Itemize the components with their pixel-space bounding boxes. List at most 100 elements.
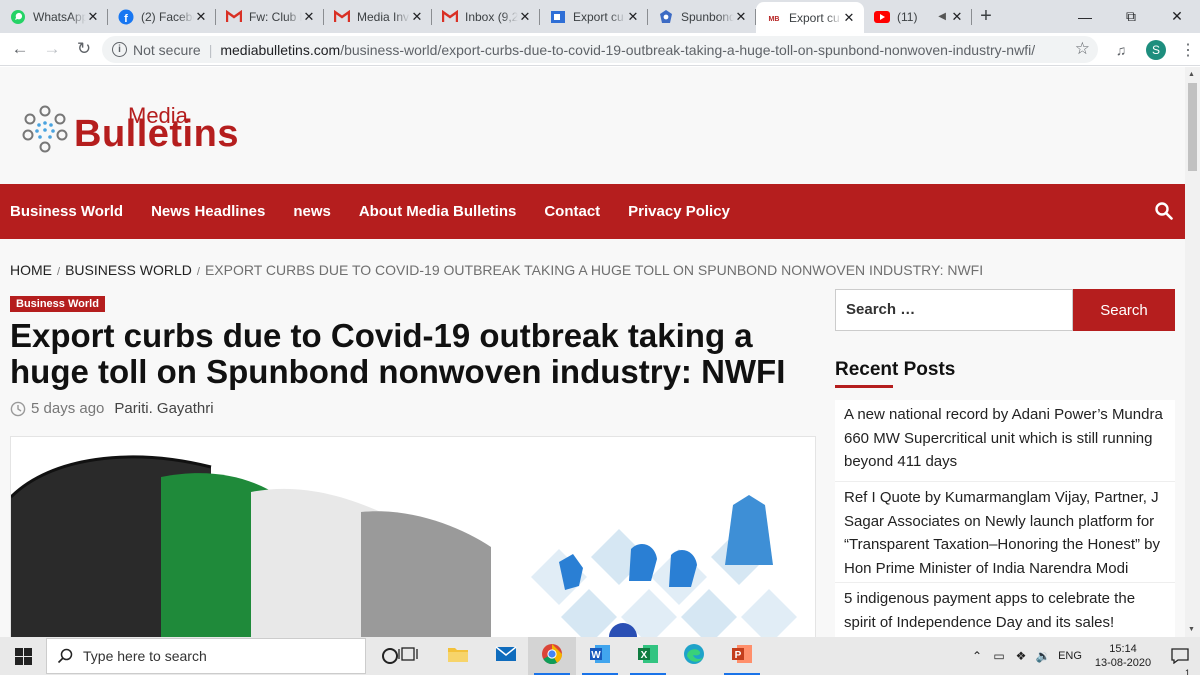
breadcrumb-home[interactable]: HOME (10, 262, 52, 278)
close-tab-icon[interactable]: ✕ (842, 10, 856, 26)
browser-tab[interactable]: Fw: Club h ✕ (216, 0, 324, 33)
scroll-down-arrow-icon[interactable]: ▼ (1188, 626, 1195, 633)
close-tab-icon[interactable]: ✕ (410, 9, 424, 25)
search-icon (57, 648, 73, 664)
sidebar-search-button[interactable]: Search (1073, 289, 1175, 331)
forward-button[interactable]: → (36, 33, 68, 65)
site-header: Media Bulletins (0, 67, 1185, 184)
minimize-button[interactable]: — (1062, 0, 1108, 33)
search-icon[interactable] (1155, 202, 1173, 220)
taskbar-app-mail[interactable] (482, 637, 530, 675)
taskbar-app-chrome[interactable] (528, 637, 576, 675)
clock-time: 15:14 (1109, 643, 1137, 655)
whatsapp-icon (10, 9, 26, 25)
speaker-icon[interactable]: ◀ (938, 11, 946, 22)
close-window-button[interactable]: ✕ (1154, 0, 1200, 33)
nonwoven-fabric-illustration (11, 437, 815, 637)
taskbar-app-word[interactable]: W (576, 637, 624, 675)
tab-active[interactable]: MB Export cu ✕ (756, 2, 864, 33)
close-tab-icon[interactable]: ✕ (626, 9, 640, 25)
post-date[interactable]: 5 days ago (31, 400, 104, 417)
recent-posts-heading: Recent Posts (835, 359, 956, 380)
close-tab-icon[interactable]: ✕ (518, 9, 532, 25)
browser-tab[interactable]: Export cu ✕ (540, 0, 648, 33)
tab-title: (2) Facebook (141, 9, 194, 24)
tab-title: Spunbond (681, 9, 734, 24)
windows-logo-icon (14, 647, 32, 665)
taskbar-app-edge[interactable] (670, 637, 718, 675)
wifi-icon[interactable]: ❖ (1010, 649, 1032, 663)
new-tab-button[interactable]: + (972, 0, 1000, 33)
recent-post-link[interactable]: Ref I Quote by Kumarmanglam Vijay, Partn… (844, 486, 1169, 580)
svg-text:MB: MB (769, 16, 780, 23)
url-text: mediabulletins.com/business-world/export… (220, 42, 1035, 58)
close-tab-icon[interactable]: ✕ (734, 9, 748, 25)
language-indicator[interactable]: ENG (1054, 650, 1086, 662)
nav-item-news[interactable]: news (293, 203, 331, 220)
nav-item-contact[interactable]: Contact (544, 203, 600, 220)
close-tab-icon[interactable]: ✕ (194, 9, 208, 25)
action-center-button[interactable]: 1 (1160, 648, 1200, 675)
scroll-up-arrow-icon[interactable]: ▲ (1188, 71, 1195, 78)
tab-strip: WhatsApp✕f(2) Facebook✕Fw: Club h✕Media … (0, 0, 1200, 33)
recent-post-link[interactable]: 5 indigenous payment apps to celebrate t… (844, 587, 1169, 634)
profile-avatar[interactable]: S (1146, 39, 1166, 60)
browser-tab[interactable]: (11) ◀ ✕ (864, 0, 972, 33)
taskbar-search-placeholder: Type here to search (83, 648, 207, 664)
breadcrumb-separator: / (196, 266, 200, 278)
edge-icon (683, 643, 705, 670)
category-badge[interactable]: Business World (10, 296, 105, 312)
info-icon[interactable]: i (112, 42, 127, 57)
page-scrollbar[interactable]: ▲ ▼ (1185, 67, 1200, 637)
scroll-thumb[interactable] (1188, 83, 1197, 171)
cortana-icon (382, 648, 398, 664)
nav-item-business-world[interactable]: Business World (10, 203, 123, 220)
taskbar-search-box[interactable]: Type here to search (46, 638, 366, 674)
divider (835, 582, 1175, 583)
chevron-up-icon[interactable]: ⌃ (966, 649, 988, 663)
close-tab-icon[interactable]: ✕ (86, 9, 100, 25)
taskbar-app-powerpoint[interactable]: P (718, 637, 766, 675)
battery-icon[interactable]: ▭ (988, 649, 1010, 663)
browser-toolbar: ← → ↻ i Not secure | mediabulletins.com/… (0, 33, 1200, 66)
address-bar[interactable]: i Not secure | mediabulletins.com/busine… (102, 36, 1098, 63)
taskbar-app-file-explorer[interactable] (434, 637, 482, 675)
logo-bulletins-text[interactable]: Bulletins (74, 113, 239, 156)
back-button[interactable]: ← (4, 33, 36, 65)
nav-item-privacy-policy[interactable]: Privacy Policy (628, 203, 730, 220)
powerpoint-icon: P (731, 644, 753, 669)
tab-title: Export cu (573, 9, 624, 24)
mediabulletins-icon: MB (766, 10, 782, 26)
recent-post-link[interactable]: A new national record by Adani Power’s M… (844, 403, 1169, 474)
cortana-button[interactable] (366, 637, 414, 675)
browser-tab[interactable]: Spunbond ✕ (648, 0, 756, 33)
post-author[interactable]: Pariti. Gayathri (114, 400, 213, 417)
nav-item-about[interactable]: About Media Bulletins (359, 203, 517, 220)
tab-title: Export cu (789, 10, 840, 25)
browser-tab[interactable]: Media Inv ✕ (324, 0, 432, 33)
nav-item-news-headlines[interactable]: News Headlines (151, 203, 265, 220)
gmail-icon (442, 9, 458, 25)
browser-tab[interactable]: WhatsApp ✕ (0, 0, 108, 33)
menu-kebab-icon[interactable]: ⋮ (1176, 40, 1200, 60)
sidebar-search-input[interactable]: Search … (835, 289, 1073, 331)
browser-tab[interactable]: f (2) Facebook✕ (108, 0, 216, 33)
bookmark-star-icon[interactable]: ☆ (1075, 39, 1090, 59)
sidebar: Search … Search Recent Posts A new natio… (835, 289, 1175, 637)
close-tab-icon[interactable]: ✕ (950, 9, 964, 25)
page-icon (550, 9, 566, 25)
svg-text:P: P (735, 650, 742, 661)
logo-mark-icon[interactable] (22, 105, 68, 153)
close-tab-icon[interactable]: ✕ (302, 9, 316, 25)
start-button[interactable] (0, 637, 46, 675)
breadcrumb-section[interactable]: BUSINESS WORLD (65, 262, 192, 278)
chrome-icon (541, 643, 563, 670)
restore-button[interactable]: ⧉ (1108, 0, 1154, 33)
taskbar-clock[interactable]: 15:14 13-08-2020 (1086, 642, 1160, 670)
media-control-icon[interactable]: ♫ (1106, 42, 1136, 58)
volume-icon[interactable]: 🔉 (1032, 649, 1054, 663)
taskbar-app-excel[interactable]: X (624, 637, 672, 675)
word-icon: W (589, 644, 611, 669)
browser-tab[interactable]: Inbox (9,2 ✕ (432, 0, 540, 33)
reload-button[interactable]: ↻ (68, 33, 100, 65)
